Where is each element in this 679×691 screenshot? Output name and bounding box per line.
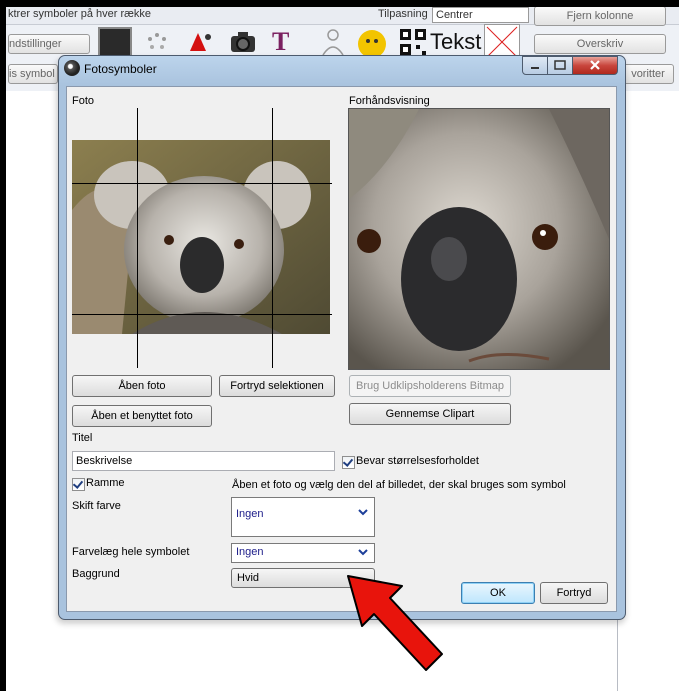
screen-edge [0, 0, 6, 691]
red-arrow-annotation [347, 575, 443, 671]
background-favorites-button[interactable]: voritter [622, 64, 674, 84]
background-remove-column-button[interactable]: Fjern kolonne [534, 6, 666, 26]
crop-line-top[interactable] [72, 183, 332, 184]
open-used-photo-button[interactable]: Åben et benyttet foto [72, 405, 212, 427]
preview-image [348, 108, 610, 370]
screen-top-edge [0, 0, 679, 7]
preview-label: Forhåndsvisning [349, 95, 430, 107]
title-input[interactable]: Beskrivelse [72, 451, 335, 471]
text-tool-icon[interactable]: T [272, 27, 289, 57]
instruction-text: Åben et foto og vælg den del af billedet… [232, 479, 566, 491]
background-top-left-text: ktrer symboler på hver række [8, 8, 152, 20]
photo-label: Foto [72, 95, 95, 107]
frame-label: Ramme [86, 477, 125, 489]
cancel-button[interactable]: Fortryd [540, 582, 608, 604]
title-label: Titel [72, 432, 93, 444]
paint-icon[interactable] [184, 27, 214, 57]
minimize-button[interactable] [522, 56, 548, 75]
undo-selection-button[interactable]: Fortryd selektionen [219, 375, 335, 397]
chevron-down-icon [358, 549, 368, 556]
background-label: Baggrund [72, 568, 120, 580]
change-color-label: Skift farve [72, 500, 121, 512]
crop-line-left[interactable] [137, 108, 138, 368]
background-fit-combo[interactable]: Centrer [432, 7, 529, 23]
app-icon [64, 60, 80, 76]
chevron-down-icon [358, 509, 368, 516]
text-label-icon[interactable]: Tekst [430, 29, 481, 55]
background-fit-label: Tilpasning [378, 8, 428, 20]
background-symbols-button[interactable]: is symbol [8, 64, 58, 84]
keep-aspect-label: Bevar størrelsesforholdet [356, 455, 479, 467]
close-button[interactable] [572, 56, 618, 75]
change-color-select[interactable]: Ingen [231, 497, 375, 537]
crop-line-bottom[interactable] [72, 314, 332, 315]
dialog-title: Fotosymboler [84, 62, 157, 76]
colorize-select[interactable]: Ingen [231, 543, 375, 563]
frame-checkbox[interactable] [72, 478, 85, 491]
crop-line-right[interactable] [272, 108, 273, 368]
keep-aspect-checkbox[interactable] [342, 456, 355, 469]
person-icon[interactable] [318, 27, 348, 57]
browse-clipart-button[interactable]: Gennemse Clipart [349, 403, 511, 425]
background-settings-button[interactable]: ndstillinger [8, 34, 90, 54]
camera-icon[interactable] [228, 27, 258, 57]
maximize-button[interactable] [547, 56, 573, 75]
source-photo[interactable] [72, 140, 330, 334]
qr-code-icon[interactable] [398, 27, 428, 57]
colorize-label: Farvelæg hele symbolet [72, 546, 190, 558]
use-clipboard-button[interactable]: Brug Udklipsholderens Bitmap [349, 375, 511, 397]
ok-button[interactable]: OK [461, 582, 535, 604]
dots-icon[interactable] [142, 27, 172, 57]
background-overwrite-button[interactable]: Overskriv [534, 34, 666, 54]
open-photo-button[interactable]: Åben foto [72, 375, 212, 397]
smiley-icon[interactable] [358, 30, 386, 58]
